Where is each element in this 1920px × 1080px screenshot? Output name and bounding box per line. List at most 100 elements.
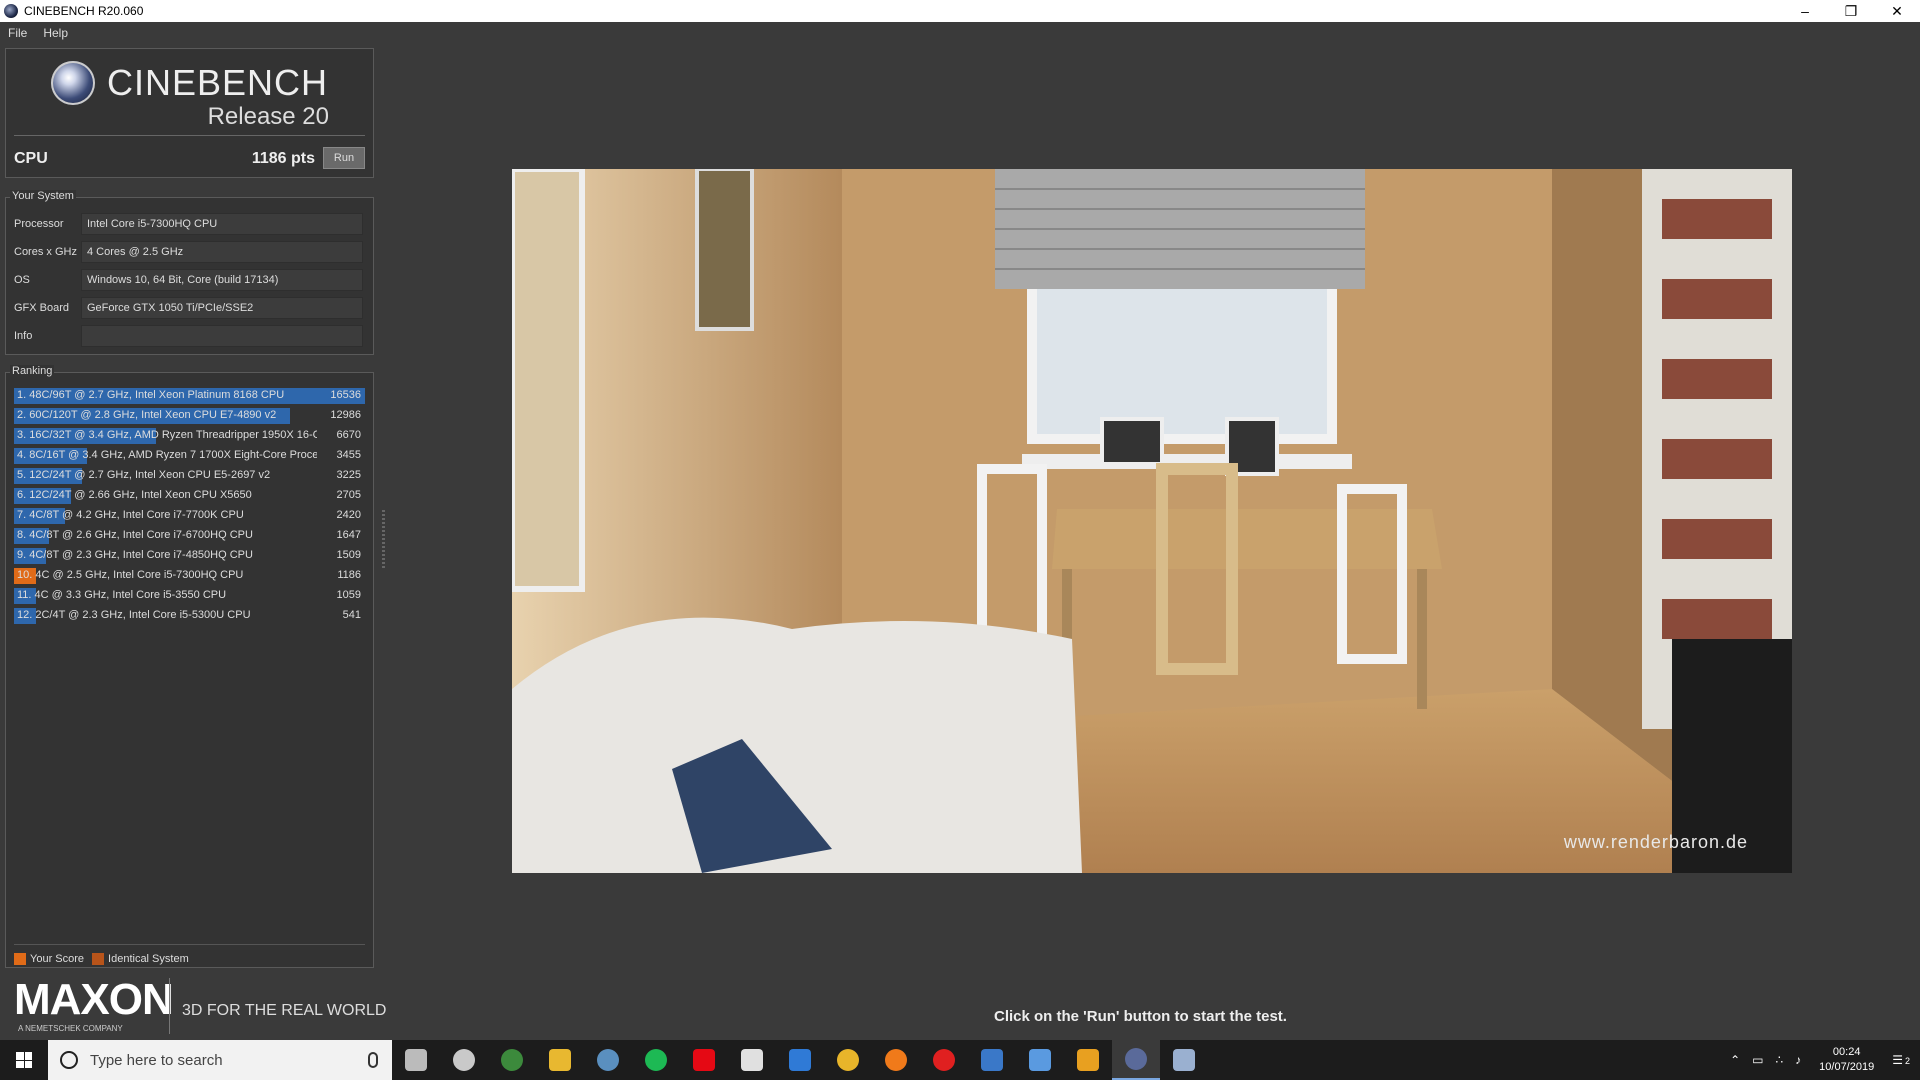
run-button[interactable]: Run — [323, 147, 365, 169]
cinebench-icon[interactable] — [1112, 1040, 1160, 1080]
info-field[interactable] — [81, 325, 363, 347]
mail-icon[interactable] — [968, 1040, 1016, 1080]
system-label: OS — [14, 274, 30, 286]
divider — [14, 944, 365, 945]
ranking-label: 3. 16C/32T @ 3.4 GHz, AMD Ryzen Threadri… — [17, 429, 317, 441]
opera-icon[interactable] — [920, 1040, 968, 1080]
ranking-row[interactable]: 7. 4C/8T @ 4.2 GHz, Intel Core i7-7700K … — [14, 507, 365, 525]
edge-icon[interactable] — [776, 1040, 824, 1080]
system-label: GFX Board — [14, 302, 70, 314]
firefox-icon[interactable] — [872, 1040, 920, 1080]
app-icon[interactable] — [1064, 1040, 1112, 1080]
divider — [169, 978, 170, 1034]
system-label: Processor — [14, 218, 64, 230]
steam-icon-glyph — [597, 1049, 619, 1071]
minimize-button[interactable]: – — [1782, 0, 1828, 22]
system-row-os: OS Windows 10, 64 Bit, Core (build 17134… — [6, 268, 373, 292]
ranking-score: 3225 — [336, 469, 361, 481]
steam-icon[interactable] — [584, 1040, 632, 1080]
ranking-label: 4. 8C/16T @ 3.4 GHz, AMD Ryzen 7 1700X E… — [17, 449, 317, 461]
ranking-row[interactable]: 11. 4C @ 3.3 GHz, Intel Core i5-3550 CPU… — [14, 587, 365, 605]
ranking-row[interactable]: 9. 4C/8T @ 2.3 GHz, Intel Core i7-4850HQ… — [14, 547, 365, 565]
ranking-label: 10. 4C @ 2.5 GHz, Intel Core i5-7300HQ C… — [17, 569, 244, 581]
ranking-score: 541 — [342, 609, 361, 621]
system-value: GeForce GTX 1050 Ti/PCIe/SSE2 — [81, 297, 363, 319]
menu-bar: File Help — [0, 22, 1920, 44]
xbox-icon-glyph — [501, 1049, 523, 1071]
ranking-row[interactable]: 3. 16C/32T @ 3.4 GHz, AMD Ryzen Threadri… — [14, 427, 365, 445]
notification-count: 2 — [1904, 1056, 1910, 1066]
spotify-icon[interactable] — [632, 1040, 680, 1080]
system-label: Info — [14, 330, 33, 342]
volume-icon[interactable]: ♪ — [1795, 1053, 1801, 1067]
app-icon-2[interactable] — [1160, 1040, 1208, 1080]
task-view-icon-glyph — [405, 1049, 427, 1071]
system-row-info: Info — [6, 324, 373, 348]
calendar-icon[interactable] — [728, 1040, 776, 1080]
render-watermark: www.renderbaron.de — [1563, 832, 1748, 852]
system-panel: Your System Processor Intel Core i5-7300… — [5, 190, 374, 355]
wifi-icon[interactable]: ∴ — [1776, 1053, 1784, 1067]
store-icon[interactable] — [1016, 1040, 1064, 1080]
system-value: Intel Core i5-7300HQ CPU — [81, 213, 363, 235]
identical-system-swatch — [92, 953, 105, 965]
ranking-legend: Your Score Identical System — [14, 953, 189, 965]
panel-splitter-handle[interactable] — [382, 510, 385, 570]
xbox-icon[interactable] — [488, 1040, 536, 1080]
ranking-row[interactable]: 6. 12C/24T @ 2.66 GHz, Intel Xeon CPU X5… — [14, 487, 365, 505]
microphone-icon[interactable] — [368, 1052, 378, 1068]
ranking-score: 6670 — [336, 429, 361, 441]
system-label: Cores x GHz — [14, 246, 77, 258]
battery-icon[interactable]: ▭ — [1752, 1053, 1763, 1067]
cpu-score: 1186 pts — [251, 150, 315, 167]
ranking-row[interactable]: 10. 4C @ 2.5 GHz, Intel Core i5-7300HQ C… — [14, 567, 365, 585]
ranking-row[interactable]: 5. 12C/24T @ 2.7 GHz, Intel Xeon CPU E5-… — [14, 467, 365, 485]
ranking-row[interactable]: 1. 48C/96T @ 2.7 GHz, Intel Xeon Platinu… — [14, 387, 365, 405]
menu-help[interactable]: Help — [35, 26, 76, 40]
system-value: 4 Cores @ 2.5 GHz — [81, 241, 363, 263]
spotify-icon-glyph — [645, 1049, 667, 1071]
taskbar: Type here to search ⌃ ▭ ∴ ♪ 00:24 10/07/… — [0, 1040, 1920, 1080]
notification-icon[interactable]: ☰ 2 — [1892, 1053, 1910, 1067]
cinebench-icon-glyph — [1125, 1048, 1147, 1070]
your-score-swatch — [14, 953, 26, 965]
system-row-processor: Processor Intel Core i5-7300HQ CPU — [6, 212, 373, 236]
menu-file[interactable]: File — [0, 26, 35, 40]
ranking-score: 1509 — [336, 549, 361, 561]
ranking-row[interactable]: 8. 4C/8T @ 2.6 GHz, Intel Core i7-6700HQ… — [14, 527, 365, 545]
start-button[interactable] — [0, 1040, 48, 1080]
app-icon-2-glyph — [1173, 1049, 1195, 1071]
ranking-label: 5. 12C/24T @ 2.7 GHz, Intel Xeon CPU E5-… — [17, 469, 271, 481]
ranking-score: 1186 — [337, 569, 361, 581]
ranking-row[interactable]: 4. 8C/16T @ 3.4 GHz, AMD Ryzen 7 1700X E… — [14, 447, 365, 465]
search-box[interactable]: Type here to search — [48, 1040, 392, 1080]
ranking-score: 16536 — [330, 389, 361, 401]
file-explorer-icon[interactable] — [536, 1040, 584, 1080]
ranking-label: 1. 48C/96T @ 2.7 GHz, Intel Xeon Platinu… — [17, 389, 285, 401]
close-button[interactable]: ✕ — [1874, 0, 1920, 22]
chevron-up-icon[interactable]: ⌃ — [1730, 1053, 1740, 1067]
windows-icon — [16, 1052, 32, 1068]
ranking-row[interactable]: 12. 2C/4T @ 2.3 GHz, Intel Core i5-5300U… — [14, 607, 365, 625]
cortana-icon — [60, 1051, 78, 1069]
restore-button[interactable]: ❐ — [1828, 0, 1874, 22]
ranking-label: 11. 4C @ 3.3 GHz, Intel Core i5-3550 CPU — [17, 589, 227, 601]
ranking-score: 2420 — [336, 509, 361, 521]
ranking-score: 3455 — [336, 449, 361, 461]
clock[interactable]: 00:24 10/07/2019 — [1819, 1045, 1874, 1075]
legend-identical-system: Identical System — [108, 953, 189, 965]
cinebench-logo-icon — [51, 61, 95, 105]
logo-name: CINEBENCH — [107, 62, 329, 103]
browser-icon[interactable] — [440, 1040, 488, 1080]
title-bar: CINEBENCH R20.060 – ❐ ✕ — [0, 0, 1920, 22]
chrome-icon[interactable] — [824, 1040, 872, 1080]
firefox-icon-glyph — [885, 1049, 907, 1071]
ranking-label: 6. 12C/24T @ 2.66 GHz, Intel Xeon CPU X5… — [17, 489, 252, 501]
ranking-score: 2705 — [336, 489, 361, 501]
task-view-icon[interactable] — [392, 1040, 440, 1080]
clock-date: 10/07/2019 — [1819, 1061, 1875, 1073]
ranking-row[interactable]: 2. 60C/120T @ 2.8 GHz, Intel Xeon CPU E7… — [14, 407, 365, 425]
divider — [14, 135, 365, 136]
window-title: CINEBENCH R20.060 — [24, 4, 144, 18]
netflix-icon[interactable] — [680, 1040, 728, 1080]
